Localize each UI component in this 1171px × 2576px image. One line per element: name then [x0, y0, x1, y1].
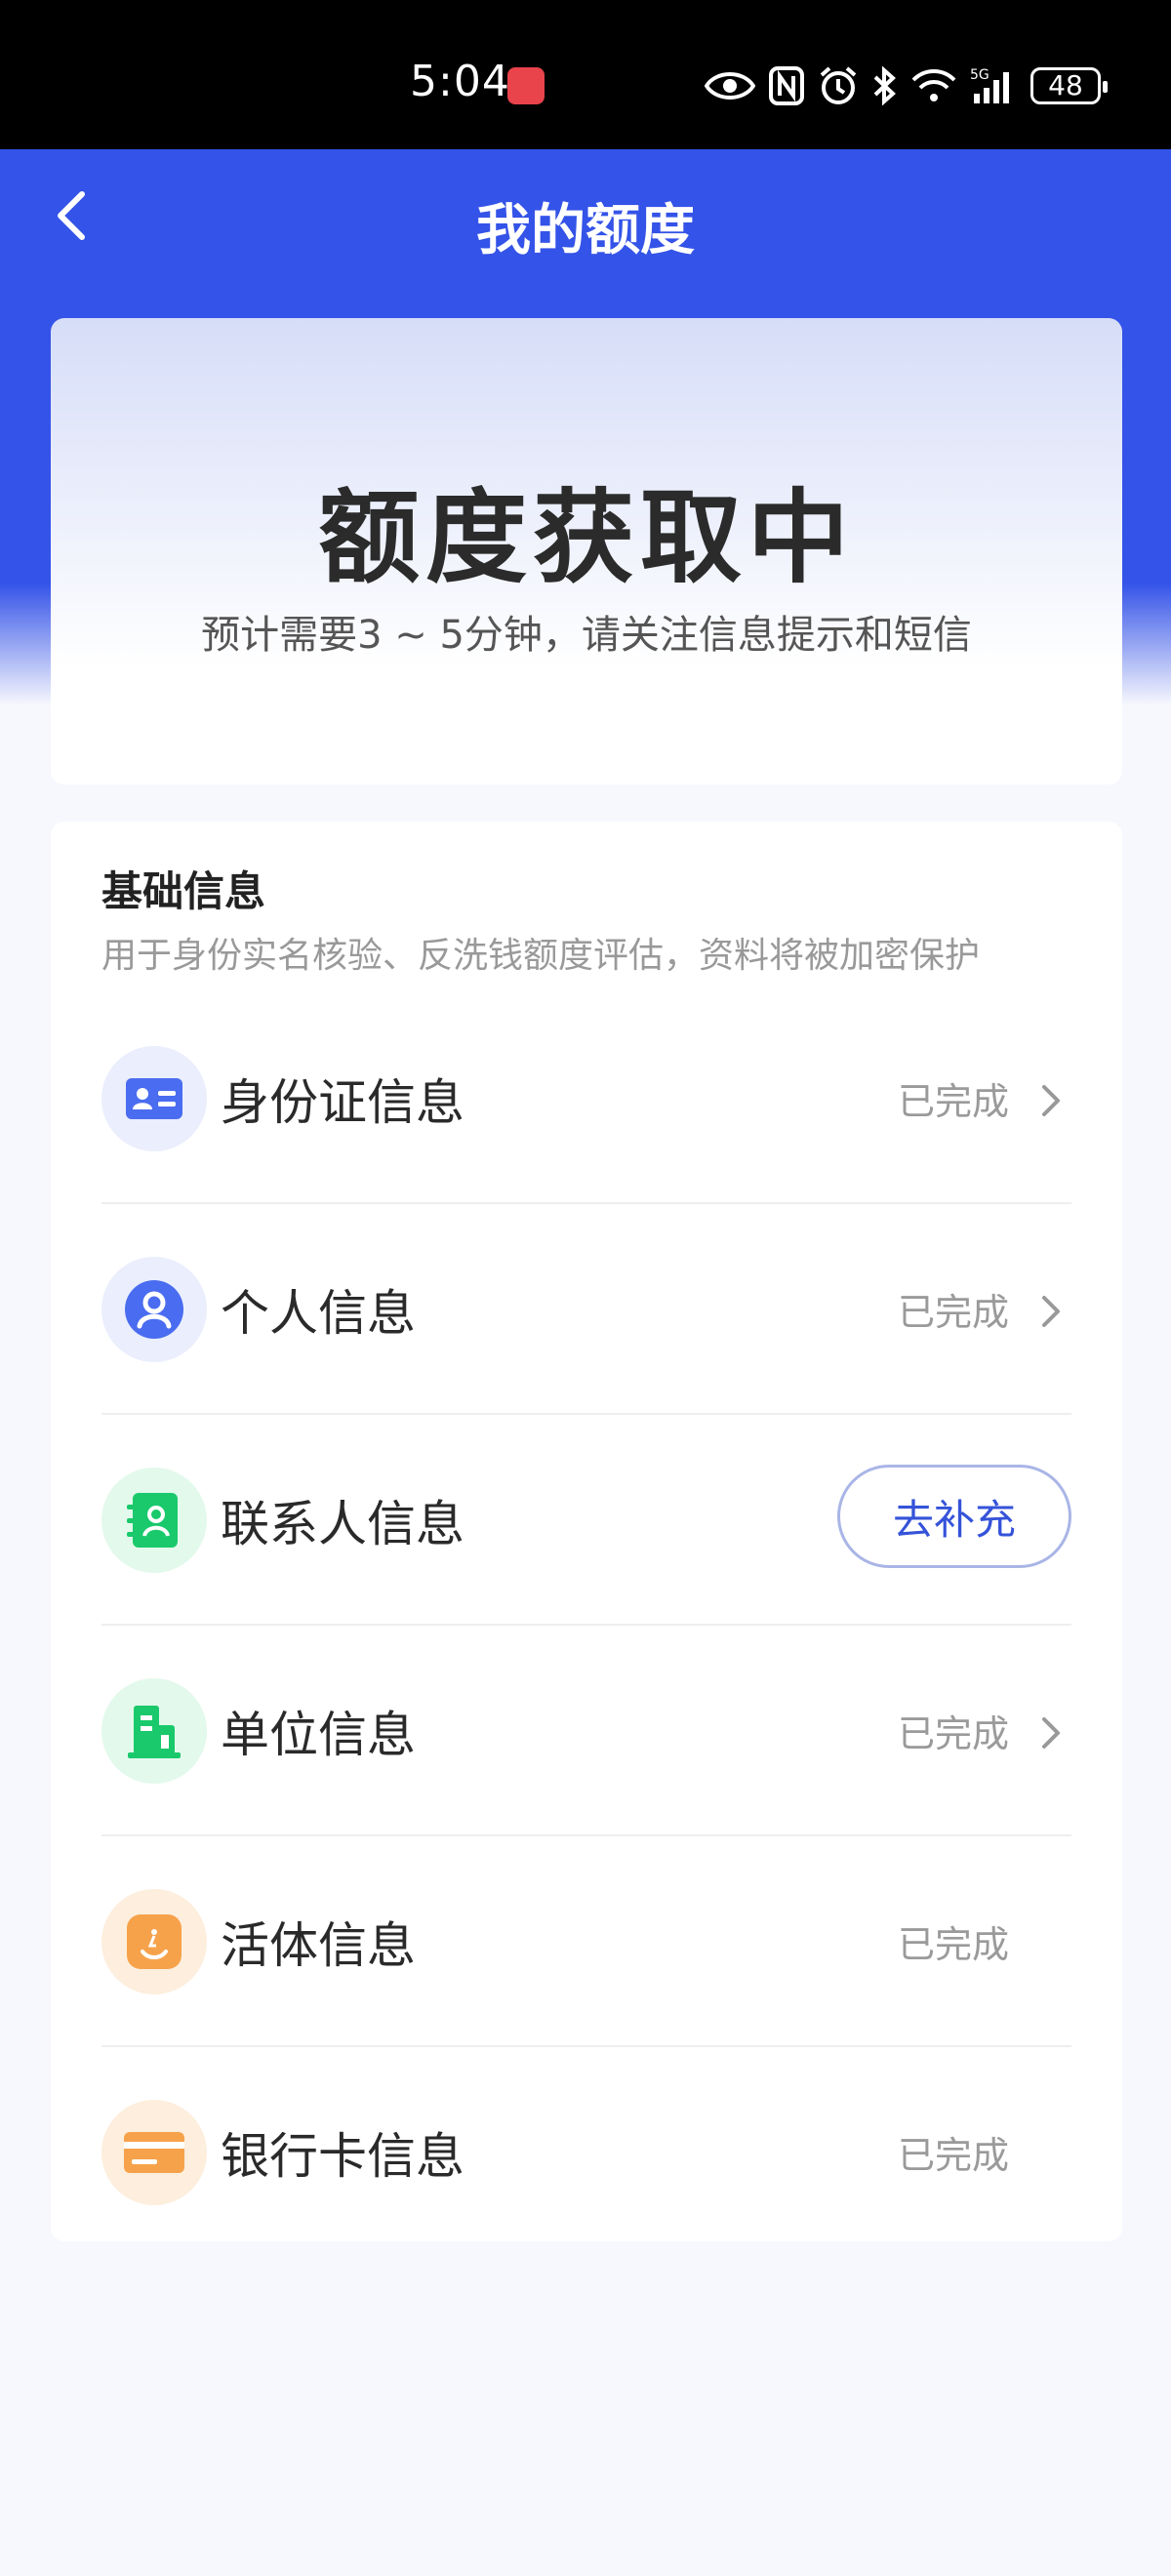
row-status: 已完成	[897, 1080, 1009, 1123]
status-bar: 5:04 5G 48	[0, 0, 1171, 149]
app-notification-icon	[507, 67, 545, 104]
row-status: 已完成	[897, 1923, 1009, 1966]
signal-icon: 5G	[970, 67, 1009, 103]
row-label: 单位信息	[221, 1707, 416, 1763]
battery-indicator: 48	[1030, 67, 1108, 104]
info-row-employer[interactable]: 单位信息 已完成	[101, 1626, 1071, 1836]
row-label: 活体信息	[221, 1917, 416, 1974]
info-row-id-card[interactable]: 身份证信息 已完成	[101, 993, 1071, 1204]
supplement-button[interactable]: 去补充	[837, 1465, 1071, 1568]
row-label: 银行卡信息	[221, 2128, 464, 2185]
quota-status-text: 额度获取中	[317, 478, 855, 597]
row-label: 个人信息	[221, 1285, 416, 1342]
bank-card-icon	[101, 2100, 207, 2205]
row-status: 已完成	[897, 1291, 1009, 1334]
nfc-icon	[769, 66, 804, 105]
building-icon	[101, 1678, 207, 1784]
id-card-icon	[101, 1046, 207, 1151]
row-status: 已完成	[897, 2134, 1009, 2177]
contacts-icon	[101, 1468, 207, 1573]
status-time: 5:04	[410, 57, 510, 106]
chevron-right-icon	[1042, 1296, 1060, 1327]
wifi-icon	[911, 69, 956, 101]
row-label: 联系人信息	[221, 1496, 464, 1552]
section-title: 基础信息	[101, 867, 266, 915]
chevron-right-icon	[1042, 1085, 1060, 1116]
alarm-icon	[820, 66, 857, 104]
section-description: 用于身份实名核验、反洗钱额度评估，资料将被加密保护	[101, 936, 981, 976]
basic-info-card: 基础信息 用于身份实名核验、反洗钱额度评估，资料将被加密保护 身份证信息 已完成…	[51, 822, 1122, 2241]
info-row-contacts[interactable]: 联系人信息 去补充	[101, 1415, 1071, 1626]
row-label: 身份证信息	[221, 1074, 464, 1131]
page-title: 我的额度	[476, 199, 695, 262]
chevron-right-icon	[1042, 1717, 1060, 1749]
info-row-bank-card[interactable]: 银行卡信息 已完成	[101, 2047, 1071, 2258]
eye-icon	[705, 72, 755, 100]
info-row-liveness[interactable]: 活体信息 已完成	[101, 1836, 1071, 2047]
quota-status-card: 额度获取中 预计需要3 ~ 5分钟，请关注信息提示和短信	[51, 318, 1122, 785]
nav-bar: 我的额度	[0, 149, 1171, 296]
svg-text:5G: 5G	[970, 67, 989, 83]
status-icons: 5G 48	[705, 60, 1108, 111]
face-icon	[101, 1889, 207, 1994]
bluetooth-icon	[873, 66, 896, 105]
row-status: 已完成	[897, 1712, 1009, 1755]
person-icon	[101, 1257, 207, 1362]
quota-hint-text: 预计需要3 ~ 5分钟，请关注信息提示和短信	[201, 613, 972, 658]
info-row-personal[interactable]: 个人信息 已完成	[101, 1204, 1071, 1415]
